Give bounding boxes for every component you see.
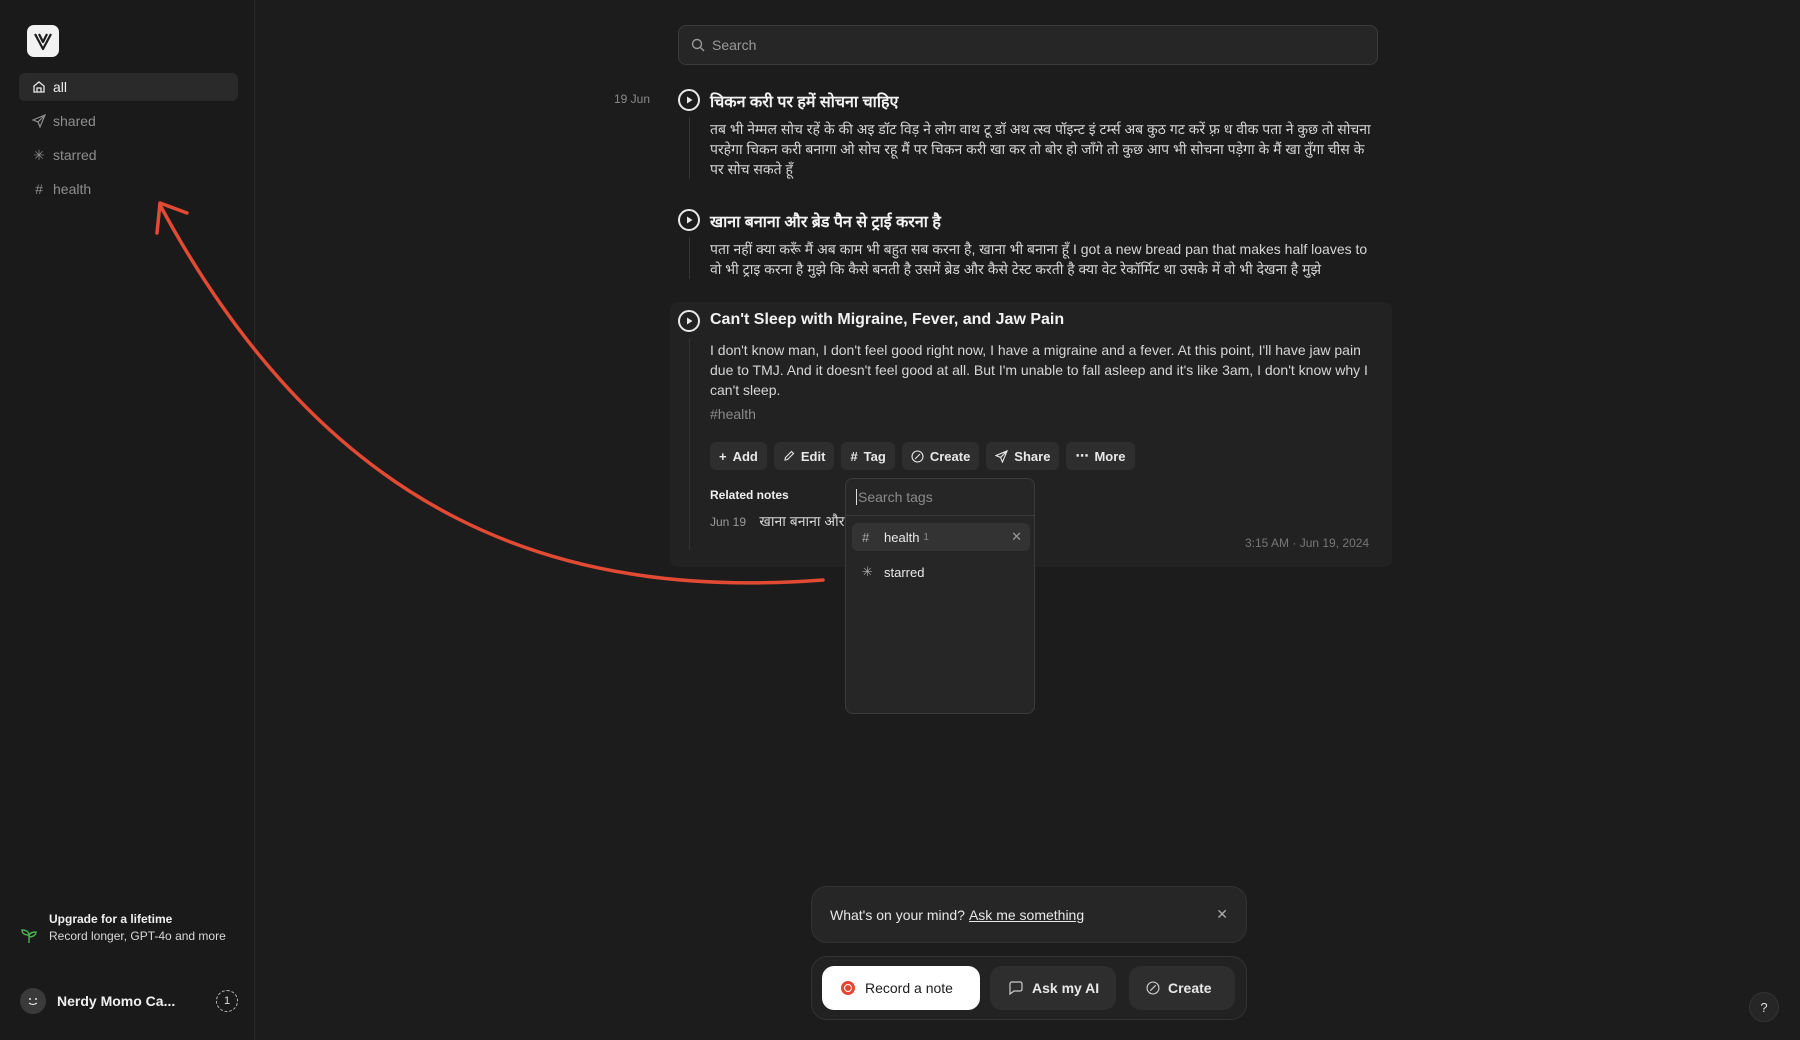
sidebar-item-label: starred	[53, 147, 97, 163]
tag-dropdown: Search tags # health 1 ✕ ✳ starred	[845, 478, 1035, 714]
sidebar-item-shared[interactable]: shared	[19, 107, 238, 135]
upgrade-title: Upgrade for a lifetime	[49, 912, 173, 926]
search-placeholder: Search	[712, 37, 757, 53]
note-item[interactable]: चिकन करी पर हमें सोचना चाहिए तब भी नेम्म…	[678, 89, 1378, 189]
note-timestamp: 3:15 AM · Jun 19, 2024	[1245, 536, 1370, 550]
hash-icon: #	[862, 529, 870, 545]
sprout-icon	[20, 927, 40, 950]
logo-icon	[34, 33, 52, 51]
search-icon	[691, 38, 705, 52]
sidebar-item-label: shared	[53, 113, 96, 129]
record-icon	[841, 981, 855, 995]
notification-badge[interactable]: 1	[216, 990, 238, 1012]
divider	[689, 237, 690, 279]
asterisk-icon: ✳	[862, 564, 873, 579]
related-date: Jun 19	[710, 515, 747, 529]
upgrade-banner[interactable]: Upgrade for a lifetime Record longer, GP…	[20, 911, 235, 950]
note-tag[interactable]: #health	[710, 406, 756, 422]
close-icon[interactable]: ✕	[1011, 529, 1022, 545]
note-actions: + Add Edit # Tag Create Share ⋯ More	[710, 442, 1142, 470]
sidebar-nav: all shared ✳ starred # health	[19, 73, 238, 209]
close-icon[interactable]: ✕	[1216, 906, 1228, 923]
edit-button[interactable]: Edit	[773, 442, 835, 470]
sidebar: all shared ✳ starred # health Upgrade fo…	[0, 0, 255, 1040]
send-icon	[995, 449, 1009, 463]
note-body: I don't know man, I don't feel good righ…	[710, 342, 1368, 398]
user-profile[interactable]: Nerdy Momo Ca... 1	[20, 988, 238, 1014]
tag-option-starred[interactable]: ✳ starred	[852, 558, 1030, 586]
related-notes-heading: Related notes	[710, 488, 789, 502]
plus-icon: +	[719, 448, 727, 464]
divider	[689, 338, 690, 550]
tag-count: 1	[923, 531, 929, 543]
add-button[interactable]: + Add	[710, 442, 767, 470]
divider	[846, 515, 1034, 516]
help-button[interactable]: ?	[1749, 992, 1779, 1022]
user-name: Nerdy Momo Ca...	[57, 993, 176, 1009]
divider	[689, 117, 690, 179]
sidebar-item-label: all	[53, 79, 68, 95]
note-body: पता नहीं क्या करूँ मैं अब काम भी बहुत सब…	[710, 241, 1368, 277]
app-logo[interactable]	[27, 25, 59, 57]
sparkle-icon	[911, 449, 924, 463]
create-button-bottom[interactable]: Create	[1129, 966, 1235, 1010]
upgrade-text: Record longer, GPT-4o and more	[49, 929, 226, 943]
play-icon[interactable]	[678, 310, 700, 332]
tag-search-input[interactable]: Search tags	[856, 489, 1026, 505]
bottom-action-bar: Record a note Ask my AI Create	[811, 956, 1247, 1020]
record-note-button[interactable]: Record a note	[822, 966, 980, 1010]
pencil-icon	[783, 450, 795, 462]
tag-button[interactable]: # Tag	[841, 442, 895, 470]
more-button[interactable]: ⋯ More	[1066, 442, 1135, 470]
avatar	[20, 988, 46, 1014]
chat-icon	[1008, 980, 1024, 996]
search-input[interactable]: Search	[678, 25, 1378, 65]
ask-ai-button[interactable]: Ask my AI	[990, 966, 1116, 1010]
asterisk-icon: ✳	[33, 146, 45, 163]
ask-link[interactable]: Ask me something	[969, 907, 1084, 923]
sparkle-icon	[1146, 981, 1160, 995]
sidebar-item-all[interactable]: all	[19, 73, 238, 101]
sidebar-item-starred[interactable]: ✳ starred	[19, 141, 238, 169]
sidebar-item-health[interactable]: # health	[19, 175, 238, 203]
tag-option-health[interactable]: # health 1 ✕	[852, 523, 1030, 551]
note-item[interactable]: खाना बनाना और ब्रेड पैन से ट्राई करना है…	[678, 209, 1378, 289]
send-icon	[32, 114, 46, 128]
create-button[interactable]: Create	[901, 442, 980, 470]
share-button[interactable]: Share	[986, 442, 1060, 470]
date-label: 19 Jun	[614, 92, 651, 106]
note-body: तब भी नेम्मल सोच रहें के की अइ डॉट विड़ …	[710, 121, 1371, 177]
prompt-text: What's on your mind?	[830, 906, 965, 923]
home-icon	[32, 80, 46, 94]
hash-icon: #	[710, 406, 718, 422]
play-icon[interactable]	[678, 89, 700, 111]
note-title[interactable]: Can't Sleep with Migraine, Fever, and Ja…	[710, 311, 1064, 329]
ellipsis-icon: ⋯	[1075, 448, 1089, 463]
ai-prompt-banner: What's on your mind? Ask me something ✕	[811, 886, 1247, 943]
related-note-item[interactable]: Jun 19 खाना बनाना और	[710, 512, 844, 531]
related-title: खाना बनाना और	[759, 513, 845, 529]
note-title[interactable]: खाना बनाना और ब्रेड पैन से ट्राई करना है	[710, 210, 941, 232]
note-title[interactable]: चिकन करी पर हमें सोचना चाहिए	[710, 90, 898, 112]
play-icon[interactable]	[678, 209, 700, 231]
hash-icon: #	[850, 448, 858, 464]
hash-icon: #	[35, 181, 43, 197]
sidebar-item-label: health	[53, 181, 92, 197]
